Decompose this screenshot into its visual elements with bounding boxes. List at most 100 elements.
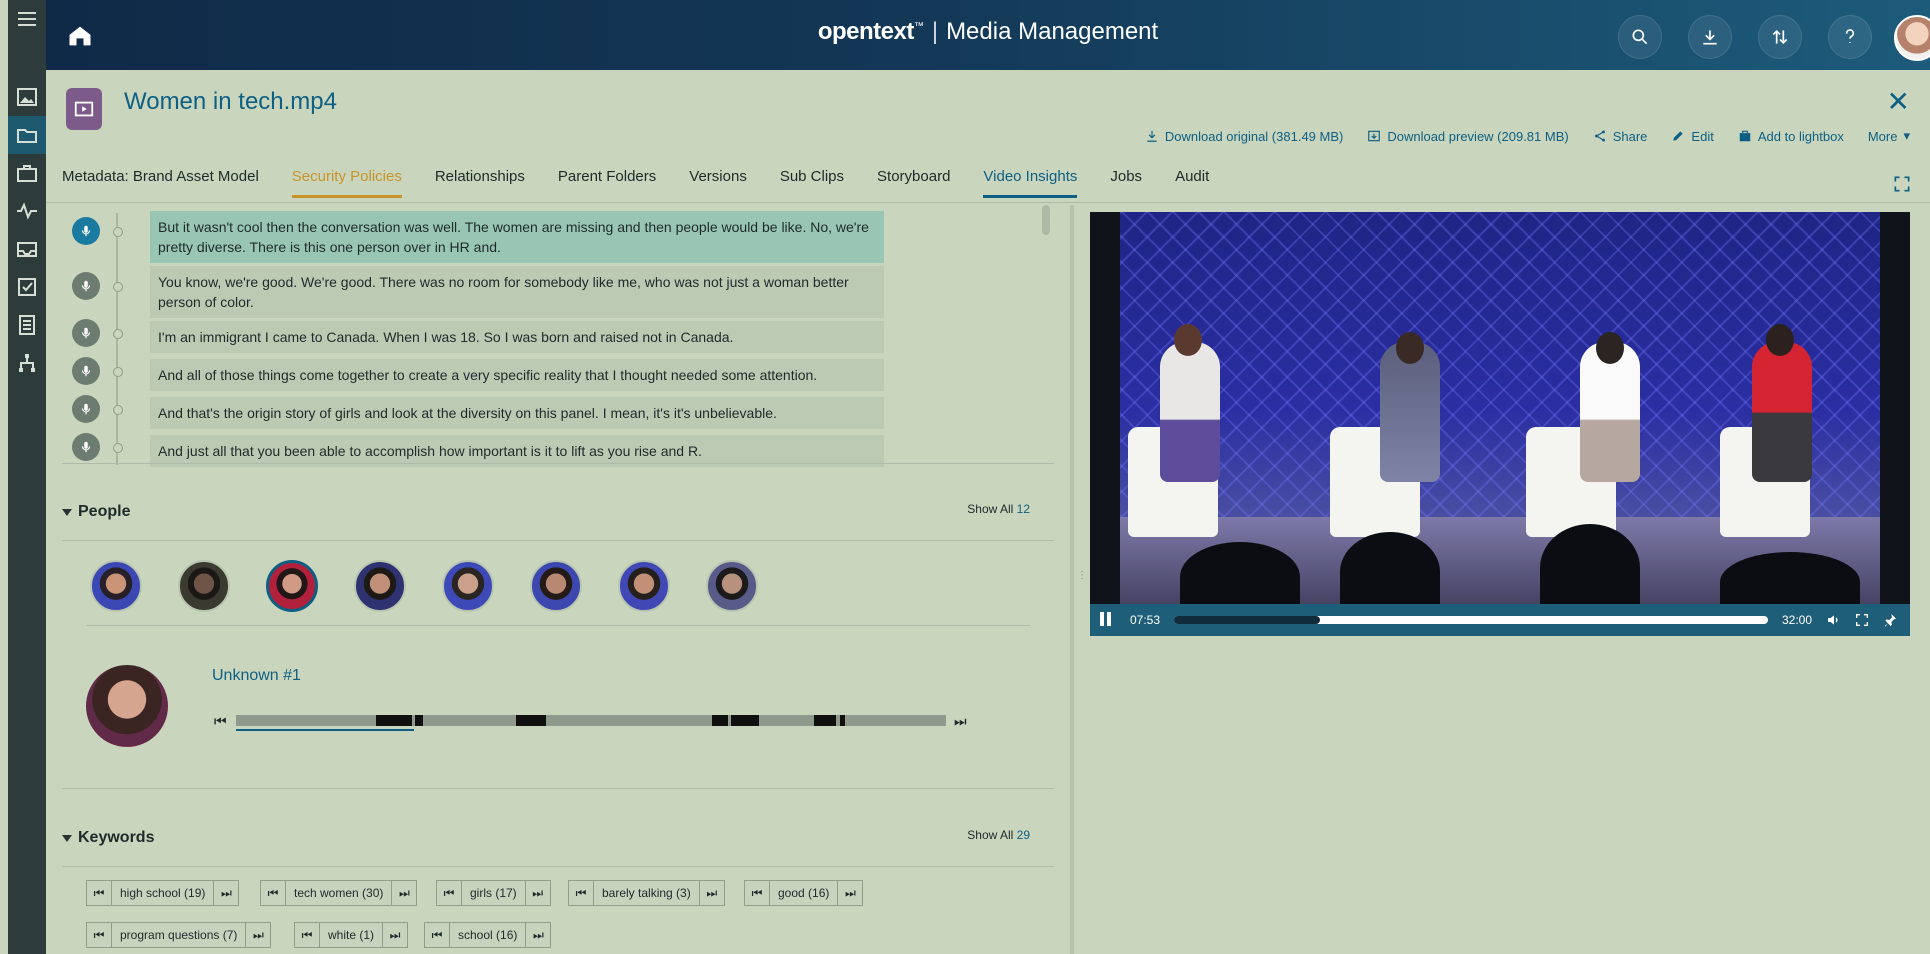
- fullscreen-icon[interactable]: [1892, 174, 1912, 194]
- inbox-icon[interactable]: [8, 230, 46, 268]
- skip-forward-icon[interactable]: ⏭: [213, 881, 238, 905]
- person-avatar[interactable]: [178, 560, 230, 612]
- transcript-row[interactable]: And all of those things come together to…: [150, 359, 884, 391]
- checklist-icon[interactable]: [8, 268, 46, 306]
- download-preview-button[interactable]: Download preview (209.81 MB): [1367, 128, 1569, 144]
- menu-icon[interactable]: [8, 0, 46, 38]
- folder-icon[interactable]: [8, 116, 46, 154]
- pause-icon[interactable]: [1100, 612, 1116, 628]
- hierarchy-icon[interactable]: [8, 344, 46, 382]
- transcript-list[interactable]: But it wasn't cool then the conversation…: [62, 205, 1054, 467]
- skip-forward-icon[interactable]: ⏭: [698, 881, 724, 905]
- video-player[interactable]: 07:53 32:00: [1090, 212, 1910, 636]
- share-button[interactable]: Share: [1593, 128, 1647, 144]
- microphone-icon[interactable]: [72, 272, 100, 300]
- skip-forward-icon[interactable]: ⏭: [245, 923, 270, 947]
- tab-jobs[interactable]: Jobs: [1110, 168, 1142, 198]
- more-button[interactable]: More ▾: [1868, 128, 1910, 144]
- microphone-icon[interactable]: [72, 319, 100, 347]
- skip-back-icon[interactable]: ⏮: [261, 881, 286, 905]
- panel-splitter[interactable]: [1070, 205, 1074, 954]
- person-avatar[interactable]: [354, 560, 406, 612]
- tab-versions[interactable]: Versions: [689, 168, 747, 198]
- skip-back-icon[interactable]: ⏮: [87, 923, 112, 947]
- close-icon[interactable]: ✕: [1887, 88, 1910, 116]
- download-icon[interactable]: [1688, 15, 1732, 59]
- briefcase-icon[interactable]: [8, 154, 46, 192]
- skip-forward-icon[interactable]: ⏭: [382, 923, 407, 947]
- tab-sub-clips[interactable]: Sub Clips: [780, 168, 844, 198]
- skip-back-icon[interactable]: ⏮: [745, 881, 770, 905]
- people-header[interactable]: People: [62, 503, 130, 521]
- keyword-chip[interactable]: ⏮ tech women (30) ⏭: [260, 880, 418, 906]
- keywords-count: 29: [1016, 828, 1030, 842]
- skip-forward-icon[interactable]: ⏭: [954, 713, 967, 730]
- people-show-all[interactable]: Show All 12: [967, 502, 1030, 516]
- keyword-chip[interactable]: ⏮ good (16) ⏭: [744, 880, 864, 906]
- section-divider: [62, 866, 1054, 867]
- activity-icon[interactable]: [8, 192, 46, 230]
- home-icon[interactable]: [66, 22, 94, 50]
- transcript-scrollbar[interactable]: [1042, 205, 1050, 235]
- microphone-icon[interactable]: [72, 433, 100, 461]
- microphone-icon[interactable]: [72, 357, 100, 385]
- appearance-segment: [840, 715, 845, 726]
- tab-relationships[interactable]: Relationships: [435, 168, 525, 198]
- person-avatar[interactable]: [706, 560, 758, 612]
- skip-back-icon[interactable]: ⏮: [569, 881, 594, 905]
- keyword-chip[interactable]: ⏮ school (16) ⏭: [424, 922, 552, 948]
- person-avatar[interactable]: [530, 560, 582, 612]
- transcript-row[interactable]: I'm an immigrant I came to Canada. When …: [150, 321, 884, 353]
- keyword-chip[interactable]: ⏮ program questions (7) ⏭: [86, 922, 272, 948]
- keyword-chip[interactable]: ⏮ barely talking (3) ⏭: [568, 880, 725, 906]
- skip-forward-icon[interactable]: ⏭: [524, 881, 550, 905]
- keyword-chip[interactable]: ⏮ girls (17) ⏭: [436, 880, 551, 906]
- add-to-lightbox-button[interactable]: Add to lightbox: [1738, 128, 1844, 144]
- skip-back-icon[interactable]: ⏮: [295, 923, 320, 947]
- selected-person-avatar: [86, 665, 168, 747]
- person-avatar[interactable]: [266, 560, 318, 612]
- search-icon[interactable]: [1618, 15, 1662, 59]
- tab-audit[interactable]: Audit: [1175, 168, 1209, 198]
- skip-back-icon[interactable]: ⏮: [425, 923, 450, 947]
- keywords-header[interactable]: Keywords: [62, 829, 154, 847]
- transcript-row[interactable]: You know, we're good. We're good. There …: [150, 266, 884, 318]
- skip-forward-icon[interactable]: ⏭: [837, 881, 862, 905]
- skip-forward-icon[interactable]: ⏭: [391, 881, 416, 905]
- keywords-show-all[interactable]: Show All 29: [967, 828, 1030, 842]
- appearance-track[interactable]: [236, 715, 946, 726]
- person-timeline[interactable]: ⏮ ⏭: [192, 713, 972, 731]
- timeline-dot: [113, 282, 123, 292]
- skip-back-icon[interactable]: ⏮: [437, 881, 462, 905]
- microphone-icon[interactable]: [72, 217, 100, 245]
- keyword-chip[interactable]: ⏮ white (1) ⏭: [294, 922, 409, 948]
- skip-back-icon[interactable]: ⏮: [87, 881, 112, 905]
- download-original-button[interactable]: Download original (381.49 MB): [1145, 128, 1343, 144]
- images-icon[interactable]: [8, 78, 46, 116]
- tab-storyboard[interactable]: Storyboard: [877, 168, 950, 198]
- tab-parent-folders[interactable]: Parent Folders: [558, 168, 656, 198]
- user-avatar[interactable]: [1894, 15, 1930, 61]
- edit-button[interactable]: Edit: [1671, 128, 1714, 144]
- keyword-chip[interactable]: ⏮ high school (19) ⏭: [86, 880, 240, 906]
- pin-icon[interactable]: [1882, 612, 1898, 628]
- fullscreen-icon[interactable]: [1854, 612, 1870, 628]
- volume-icon[interactable]: [1826, 612, 1842, 628]
- splitter-grip-icon[interactable]: ⋮: [1077, 570, 1087, 581]
- help-icon[interactable]: [1828, 15, 1872, 59]
- selected-person-name[interactable]: Unknown #1: [212, 667, 301, 685]
- person-avatar[interactable]: [90, 560, 142, 612]
- transcript-row[interactable]: And that's the origin story of girls and…: [150, 397, 884, 429]
- tab-security-policies[interactable]: Security Policies: [291, 168, 402, 198]
- skip-forward-icon[interactable]: ⏭: [525, 923, 550, 947]
- transcript-row[interactable]: But it wasn't cool then the conversation…: [150, 211, 884, 263]
- seek-bar[interactable]: [1174, 616, 1768, 624]
- microphone-icon[interactable]: [72, 395, 100, 423]
- tab-metadata[interactable]: Metadata: Brand Asset Model: [62, 168, 259, 198]
- person-avatar[interactable]: [442, 560, 494, 612]
- tab-video-insights[interactable]: Video Insights: [983, 168, 1078, 198]
- list-icon[interactable]: [8, 306, 46, 344]
- skip-back-icon[interactable]: ⏮: [214, 713, 227, 730]
- transfer-icon[interactable]: [1758, 15, 1802, 59]
- person-avatar[interactable]: [618, 560, 670, 612]
